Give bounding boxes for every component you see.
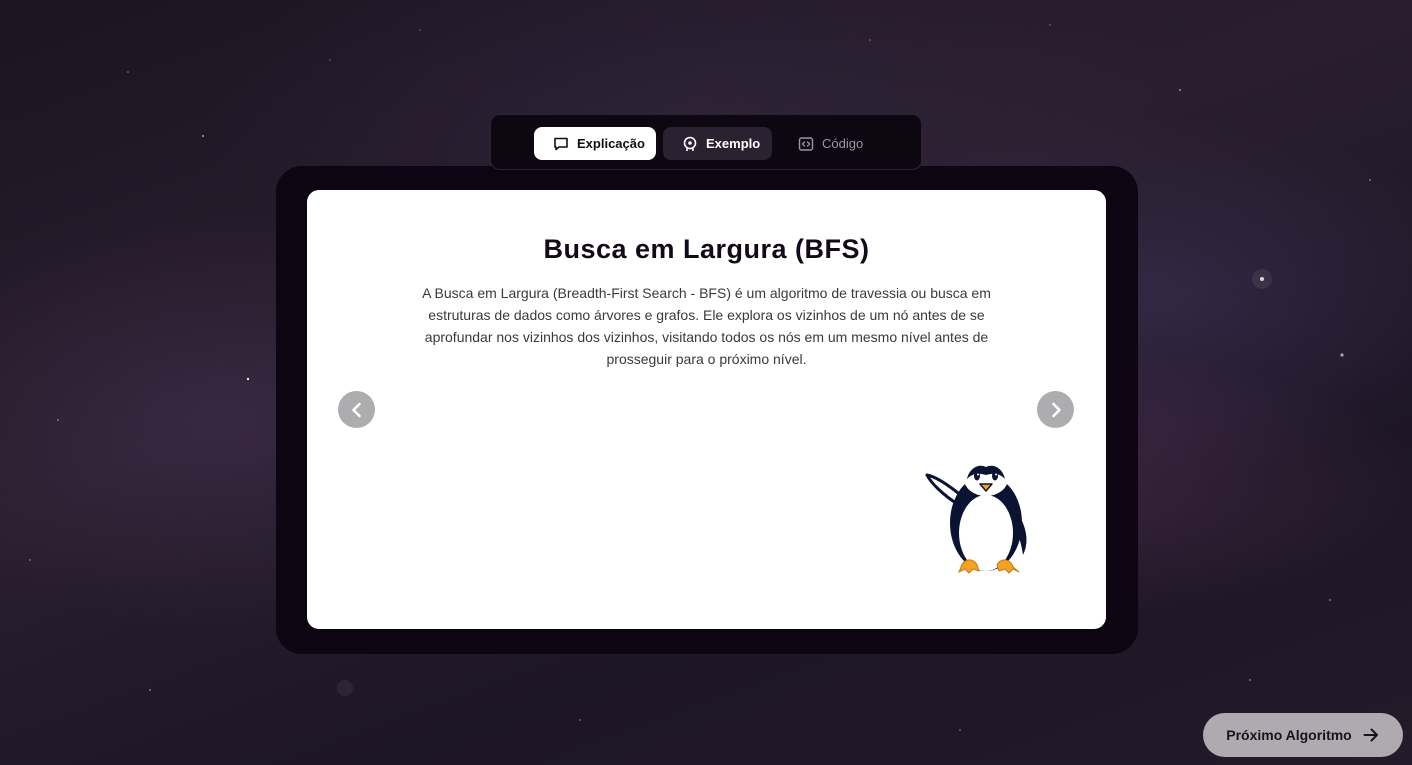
tab-exemplo[interactable]: Exemplo <box>663 127 772 160</box>
previous-slide-button[interactable] <box>338 391 375 428</box>
arrow-right-icon <box>1362 726 1380 744</box>
page-title: Busca em Largura (BFS) <box>543 234 870 264</box>
tab-label: Exemplo <box>706 136 761 151</box>
next-slide-button[interactable] <box>1037 391 1074 428</box>
tab-label: Código <box>822 136 864 151</box>
content-card-frame: Busca em Largura (BFS) A Busca em Largur… <box>276 166 1138 654</box>
penguin-mascot <box>925 462 1027 574</box>
brain-icon <box>682 136 698 152</box>
tab-codigo[interactable]: Código <box>791 127 883 160</box>
next-algorithm-button[interactable]: Próximo Algoritmo <box>1203 713 1403 757</box>
algorithm-description: A Busca em Largura (Breadth-First Search… <box>422 285 991 367</box>
tab-label: Explicação <box>577 136 645 151</box>
tab-explicacao[interactable]: Explicação <box>534 127 656 160</box>
next-algorithm-label: Próximo Algoritmo <box>1226 727 1352 743</box>
code-icon <box>798 136 814 152</box>
message-square-icon <box>553 136 569 152</box>
chevron-right-icon <box>1051 402 1061 417</box>
view-tabs: Explicação Exemplo Código <box>490 114 922 170</box>
content-card: Busca em Largura (BFS) A Busca em Largur… <box>307 190 1106 629</box>
chevron-left-icon <box>351 402 361 417</box>
